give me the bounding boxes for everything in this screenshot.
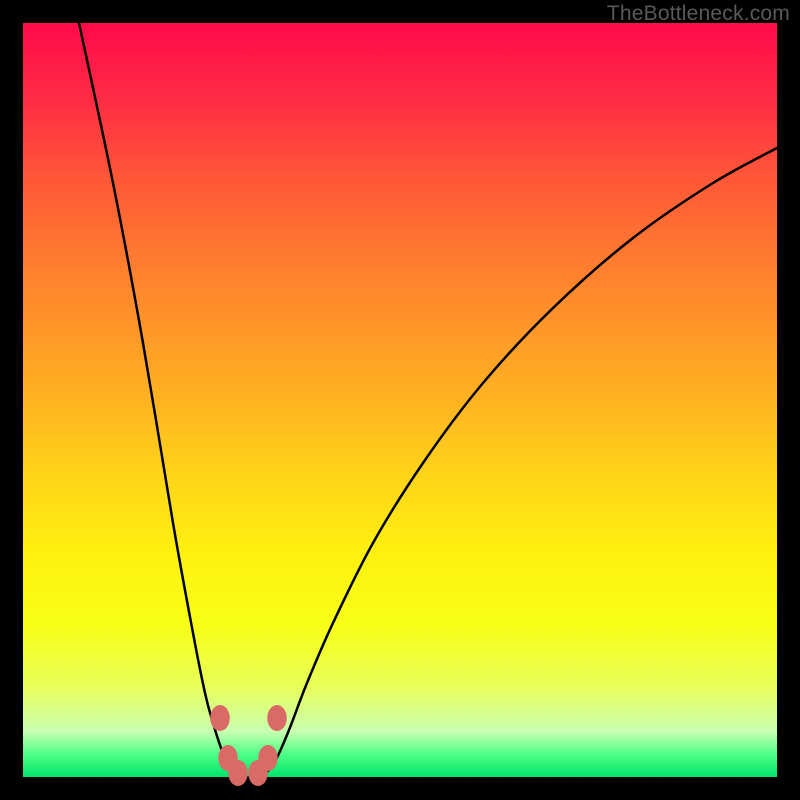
curve-marker [267,705,287,731]
curve-markers [210,705,287,786]
curve-marker [228,760,248,786]
curve-marker [210,705,230,731]
watermark-text: TheBottleneck.com [607,2,790,26]
bottleneck-curve [79,23,777,778]
chart-plot-area [23,23,777,777]
chart-svg [23,23,777,777]
curve-marker [258,745,278,771]
